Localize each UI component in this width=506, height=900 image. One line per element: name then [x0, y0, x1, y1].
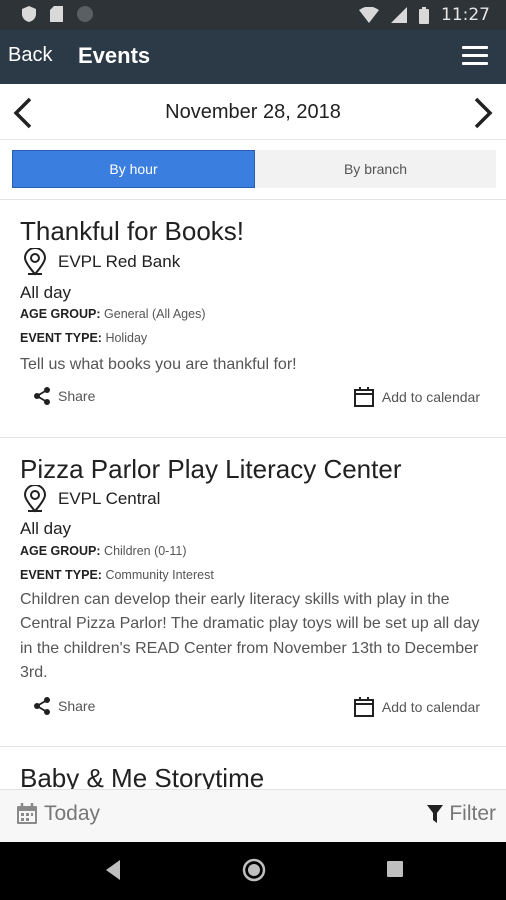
event-type: EVENT TYPE: Community Interest — [20, 568, 214, 582]
event-actions: Share Add to calendar — [0, 386, 506, 416]
event-actions: Share Add to calendar — [0, 696, 506, 726]
status-bar: 11:27 — [0, 0, 506, 30]
circle-icon — [77, 6, 93, 22]
nav-back-icon[interactable] — [102, 858, 124, 882]
hamburger-menu-icon[interactable] — [462, 46, 488, 66]
age-group: AGE GROUP: Children (0-11) — [20, 544, 187, 558]
calendar-icon — [353, 387, 374, 407]
share-icon — [34, 697, 50, 715]
next-day-button[interactable] — [468, 96, 498, 130]
sd-card-icon — [50, 6, 63, 22]
location-pin-icon — [23, 485, 47, 513]
signal-icon — [391, 7, 407, 23]
event-location: EVPL Red Bank — [22, 248, 180, 276]
share-icon — [34, 387, 50, 405]
nav-recents-icon[interactable] — [384, 858, 406, 880]
by-branch-tab[interactable]: By branch — [255, 150, 496, 188]
back-button[interactable]: Back — [8, 44, 52, 67]
bottom-toolbar: Today Filter — [0, 789, 506, 842]
calendar-icon — [17, 803, 37, 824]
add-to-calendar-button[interactable]: Add to calendar — [353, 696, 480, 718]
event-title[interactable]: Pizza Parlor Play Literacy Center — [20, 454, 401, 485]
today-button[interactable]: Today — [16, 802, 100, 826]
event-type-value: Community Interest — [105, 568, 214, 582]
filter-label: Filter — [449, 802, 496, 825]
chevron-right-icon — [474, 97, 493, 129]
event-card: Pizza Parlor Play Literacy Center EVPL C… — [0, 438, 506, 746]
clock: 11:27 — [441, 5, 490, 25]
filter-icon — [427, 805, 444, 823]
age-group-label: AGE GROUP: — [20, 307, 101, 321]
share-button[interactable]: Share — [32, 696, 95, 716]
event-type-value: Holiday — [105, 331, 148, 345]
event-card: Baby & Me Storytime — [0, 747, 506, 789]
event-description: Tell us what books you are thankful for! — [20, 356, 297, 373]
page-title: Events — [78, 43, 151, 68]
current-date: November 28, 2018 — [165, 101, 341, 123]
event-time: All day — [20, 519, 72, 538]
event-type-label: EVENT TYPE: — [20, 331, 102, 345]
age-group-value: Children (0-11) — [104, 544, 187, 558]
date-navigation: November 28, 2018 — [0, 84, 506, 140]
shield-icon — [22, 6, 36, 22]
wifi-icon — [359, 7, 379, 23]
age-group: AGE GROUP: General (All Ages) — [20, 307, 205, 321]
event-time: All day — [20, 283, 72, 302]
calendar-icon — [353, 697, 374, 717]
location-name: EVPL Red Bank — [58, 252, 181, 271]
event-type-label: EVENT TYPE: — [20, 568, 102, 582]
share-label: Share — [58, 698, 96, 714]
system-navigation-bar — [0, 842, 506, 900]
location-name: EVPL Central — [58, 489, 161, 508]
app-bar: Back Events — [0, 30, 506, 84]
by-hour-tab[interactable]: By hour — [12, 150, 255, 188]
calendar-label: Add to calendar — [381, 699, 480, 715]
share-label: Share — [58, 388, 96, 404]
nav-home-icon[interactable] — [242, 858, 266, 882]
event-type: EVENT TYPE: Holiday — [20, 331, 147, 345]
event-description: Children can develop their early literac… — [20, 591, 480, 681]
age-group-value: General (All Ages) — [104, 307, 206, 321]
calendar-label: Add to calendar — [381, 389, 480, 405]
share-button[interactable]: Share — [32, 386, 95, 406]
age-group-label: AGE GROUP: — [20, 544, 101, 558]
add-to-calendar-button[interactable]: Add to calendar — [353, 386, 480, 408]
filter-button[interactable]: Filter — [427, 802, 496, 826]
view-toggle: By hour By branch — [12, 150, 496, 188]
event-card: Thankful for Books! EVPL Red Bank All da… — [0, 200, 506, 437]
event-title[interactable]: Thankful for Books! — [20, 216, 244, 247]
battery-icon — [419, 6, 429, 24]
today-label: Today — [44, 802, 101, 825]
event-location: EVPL Central — [22, 485, 160, 513]
event-title[interactable]: Baby & Me Storytime — [20, 763, 264, 789]
location-pin-icon — [23, 248, 47, 276]
